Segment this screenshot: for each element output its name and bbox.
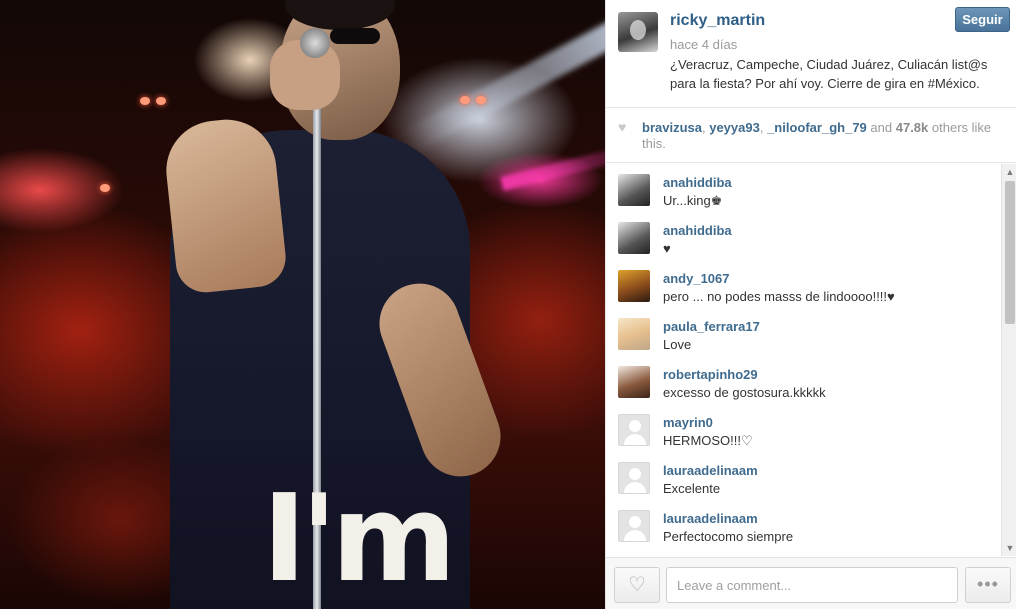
shirt-print-text: I'm [262, 470, 456, 609]
commenter-username[interactable]: robertapinho29 [663, 367, 758, 382]
author-username[interactable]: ricky_martin [670, 12, 765, 30]
likes-and: and [870, 120, 893, 135]
scroll-down-arrow-icon[interactable]: ▼ [1002, 540, 1016, 556]
commenter-username[interactable]: lauraadelinaam [663, 511, 758, 526]
commenter-avatar[interactable] [618, 366, 650, 398]
comments-list: anahiddiba Ur...king♚ anahiddiba ♥ andy_… [606, 164, 1001, 556]
commenter-avatar[interactable] [618, 174, 650, 206]
comment-input[interactable] [666, 567, 958, 603]
stage-light-beam [399, 10, 605, 156]
likes-text: bravizusa, yeyya93, _niloofar_gh_79 and … [642, 120, 992, 151]
scroll-up-arrow-icon[interactable]: ▲ [1002, 164, 1016, 180]
commenter-avatar[interactable] [618, 270, 650, 302]
likes-summary: ♥ bravizusa, yeyya93, _niloofar_gh_79 an… [606, 108, 1016, 163]
default-avatar-icon[interactable] [618, 462, 650, 494]
comment-text: Excelente [663, 481, 721, 496]
comment-item: andy_1067 pero ... no podes masss de lin… [618, 260, 988, 304]
more-dots-icon: ••• [977, 574, 999, 594]
microphone [300, 28, 330, 58]
commenter-username[interactable]: andy_1067 [663, 271, 730, 286]
likes-count[interactable]: 47.8k [896, 120, 929, 135]
stage-light-beam [500, 143, 605, 191]
commenter-username[interactable]: mayrin0 [663, 415, 713, 430]
stage-light [460, 96, 470, 104]
comment-item: lauraadelinaam Perfectocomo siempre [618, 500, 988, 544]
comment-item: lauraadelinaam Excelente [618, 452, 988, 496]
comment-text: Perfectocomo siempre [663, 529, 794, 544]
comment-item: robertapinho29 excesso de gostosura.kkkk… [618, 356, 988, 400]
stage-light [100, 184, 110, 192]
comment-item: anahiddiba Ur...king♚ [618, 164, 988, 208]
comment-text: Ur...king♚ [663, 193, 723, 208]
commenter-username[interactable]: paula_ferrara17 [663, 319, 760, 334]
comment-text: HERMOSO!!!♡ [663, 433, 753, 448]
comment-text: pero ... no podes masss de lindoooo!!!!♥ [663, 289, 895, 304]
commenter-avatar[interactable] [618, 222, 650, 254]
stage-light [476, 96, 486, 104]
performer-sunglasses [330, 28, 380, 44]
post-photo[interactable]: I'm [0, 0, 605, 609]
post-header: ricky_martin hace 4 días ¿Veracruz, Camp… [606, 0, 1016, 108]
commenter-username[interactable]: anahiddiba [663, 223, 732, 238]
comment-text: Love [663, 337, 692, 352]
comment-text: excesso de gostosura.kkkkk [663, 385, 826, 400]
author-avatar[interactable] [618, 12, 658, 52]
comments-scrollbar[interactable]: ▲ ▼ [1001, 164, 1016, 556]
follow-button[interactable]: Seguir [955, 7, 1010, 32]
commenter-username[interactable]: anahiddiba [663, 175, 732, 190]
post-timestamp[interactable]: hace 4 días [670, 37, 737, 52]
comment-text: ♥ [663, 241, 671, 256]
stage-light [156, 97, 166, 105]
commenter-username[interactable]: lauraadelinaam [663, 463, 758, 478]
commenter-avatar[interactable] [618, 318, 650, 350]
comment-bar: ♡ ••• [606, 557, 1016, 609]
instagram-post-viewer: I'm ricky_martin hace 4 días ¿Veracruz, … [0, 0, 1016, 609]
heart-icon: ♥ [618, 119, 627, 135]
comment-item: anahiddiba ♥ [618, 212, 988, 256]
post-sidebar: ricky_martin hace 4 días ¿Veracruz, Camp… [605, 0, 1016, 609]
post-caption: ¿Veracruz, Campeche, Ciudad Juárez, Culi… [670, 57, 988, 91]
like-user-link[interactable]: _niloofar_gh_79 [767, 120, 867, 135]
scrollbar-thumb[interactable] [1005, 181, 1015, 324]
default-avatar-icon[interactable] [618, 510, 650, 542]
like-user-link[interactable]: yeyya93 [709, 120, 760, 135]
heart-icon: ♡ [628, 574, 646, 596]
stage-light [140, 97, 150, 105]
comment-item: mayrin0 HERMOSO!!!♡ [618, 404, 988, 448]
more-options-button[interactable]: ••• [965, 567, 1011, 603]
like-user-link[interactable]: bravizusa [642, 120, 702, 135]
default-avatar-icon[interactable] [618, 414, 650, 446]
comment-item: paula_ferrara17 Love [618, 308, 988, 352]
like-button[interactable]: ♡ [614, 567, 660, 603]
